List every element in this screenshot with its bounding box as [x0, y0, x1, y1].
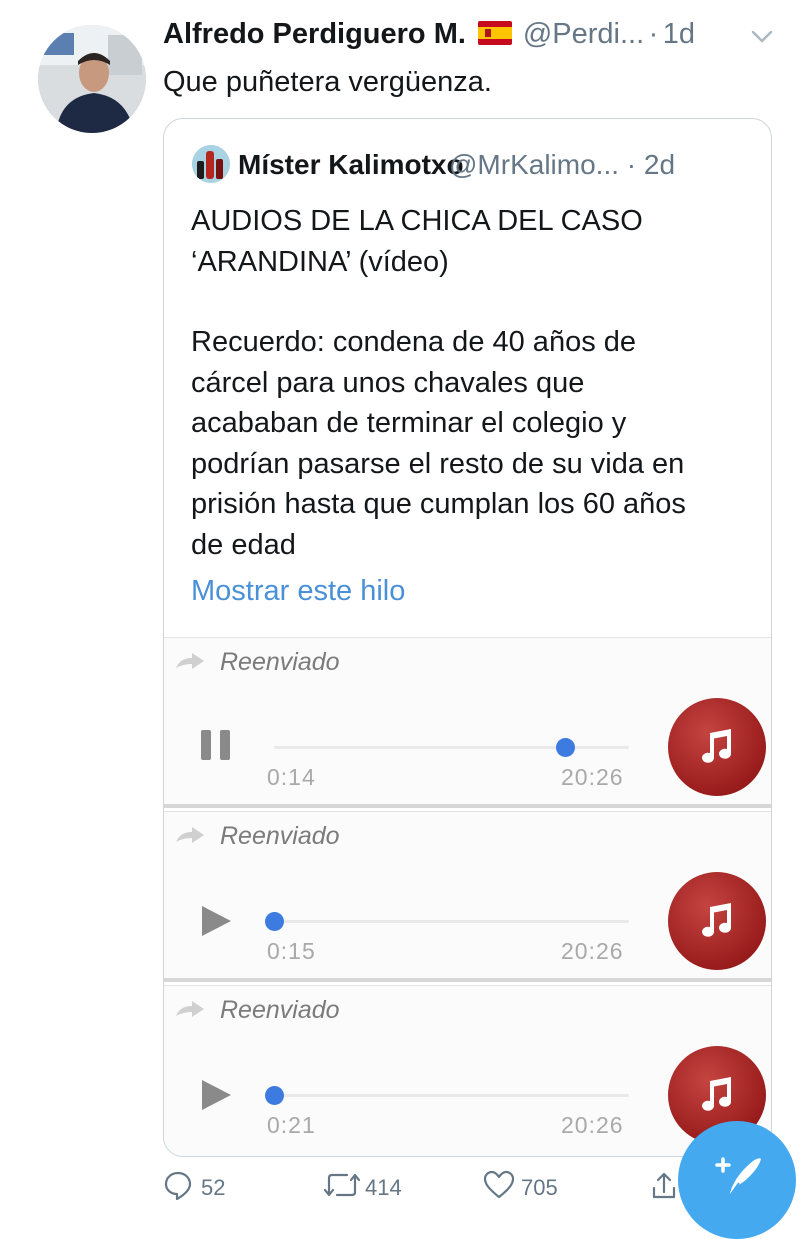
forwarded-label: Reenviado	[220, 648, 340, 676]
quoted-handle-text[interactable]: @MrKalimo...	[449, 149, 619, 180]
quoted-text-line: cárcel para unos chavales que	[191, 366, 585, 399]
play-icon[interactable]	[199, 904, 233, 943]
time-separator: ·	[648, 18, 659, 50]
quoted-text-line: AUDIOS DE LA CHICA DEL CASO	[191, 205, 643, 237]
reply-button[interactable]: 52	[163, 1170, 225, 1206]
tweet-header: Alfredo Perdiguero M. @Perdi... · 1d	[163, 18, 803, 62]
audio-progress-track[interactable]	[274, 920, 629, 923]
tweet-time[interactable]: 1d	[663, 18, 695, 50]
audio-progress-track[interactable]	[274, 746, 629, 749]
quoted-tweet-text: AUDIOS DE LA CHICA DEL CASO ‘ARANDINA’ (…	[191, 201, 761, 565]
audio-current-time: 0:14	[267, 764, 316, 790]
forward-icon	[174, 1000, 210, 1025]
tweet-text: Que puñetera vergüenza.	[163, 66, 492, 98]
quoted-text-line: podrían pasarse el resto de su vida en	[191, 447, 685, 480]
music-note-icon[interactable]	[668, 698, 766, 796]
author-avatar[interactable]	[38, 25, 146, 133]
quoted-author-name[interactable]: Míster Kalimotxo	[238, 149, 464, 181]
quoted-text-line: ‘ARANDINA’ (vídeo)	[191, 245, 449, 278]
quoted-time-separator: ·	[626, 149, 637, 180]
forwarded-label: Reenviado	[220, 822, 340, 850]
quoted-text-line: de edad	[191, 528, 296, 561]
quoted-author-avatar[interactable]	[192, 145, 230, 183]
audio-current-time: 0:21	[267, 1112, 316, 1138]
audio-progress-track[interactable]	[274, 1094, 629, 1097]
reply-count: 52	[201, 1175, 226, 1200]
reply-icon	[163, 1170, 193, 1206]
audio-total-time: 20:26	[561, 764, 624, 790]
like-count: 705	[521, 1175, 558, 1200]
compose-feather-icon	[709, 1147, 765, 1208]
audio-message: Reenviado 0:14 20:26	[164, 637, 771, 808]
quoted-author-handle: @MrKalimo... · 2d	[449, 149, 675, 181]
audio-progress-knob[interactable]	[556, 738, 575, 757]
music-note-icon[interactable]	[668, 872, 766, 970]
audio-total-time: 20:26	[561, 938, 624, 964]
retweet-button[interactable]: 414	[323, 1170, 402, 1206]
share-icon	[649, 1170, 679, 1206]
forward-icon	[174, 826, 210, 851]
quoted-text-line: Recuerdo: condena de 40 años de	[191, 326, 637, 358]
author-handle[interactable]: @Perdi...	[523, 18, 644, 50]
forward-icon	[174, 652, 210, 677]
pause-icon[interactable]	[199, 728, 233, 767]
quoted-text-line: acababan de terminar el colegio y	[191, 407, 627, 439]
retweet-icon	[323, 1170, 361, 1206]
show-thread-link[interactable]: Mostrar este hilo	[191, 575, 405, 608]
audio-progress-knob[interactable]	[265, 912, 284, 931]
share-button[interactable]	[649, 1170, 679, 1206]
audio-progress-knob[interactable]	[265, 1086, 284, 1105]
spain-flag-icon	[478, 21, 513, 50]
forwarded-label: Reenviado	[220, 996, 340, 1024]
chevron-down-icon[interactable]	[751, 30, 773, 49]
like-button[interactable]: 705	[483, 1170, 558, 1206]
author-name[interactable]: Alfredo Perdiguero M.	[163, 18, 466, 50]
quoted-tweet[interactable]: Míster Kalimotxo @MrKalimo... · 2d AUDIO…	[163, 118, 772, 1157]
heart-icon	[483, 1170, 515, 1206]
audio-message: Reenviado 0:15 20:26	[164, 811, 771, 982]
audio-total-time: 20:26	[561, 1112, 624, 1138]
compose-tweet-button[interactable]	[678, 1121, 796, 1239]
play-icon[interactable]	[199, 1078, 233, 1117]
quoted-text-line: prisión hasta que cumplan los 60 años	[191, 488, 686, 520]
retweet-count: 414	[365, 1175, 402, 1200]
audio-message: Reenviado 0:21 20:26	[164, 985, 771, 1156]
quoted-time[interactable]: 2d	[644, 149, 675, 180]
audio-current-time: 0:15	[267, 938, 316, 964]
